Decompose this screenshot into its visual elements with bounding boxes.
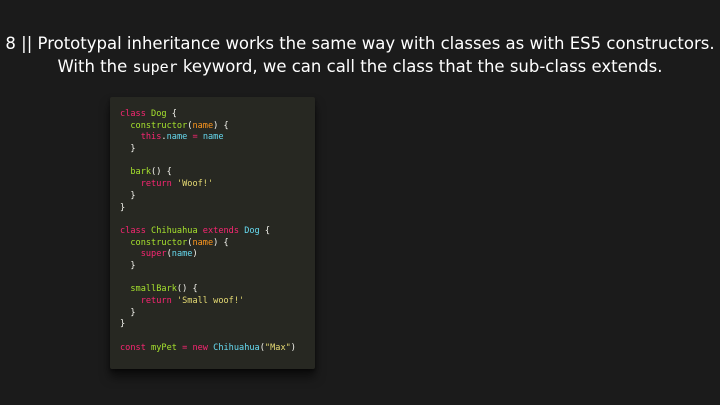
code-token: smallBark xyxy=(120,284,177,295)
code-token: ) xyxy=(192,249,198,260)
code-line: constructor(name) { xyxy=(120,238,315,250)
code-token: name xyxy=(202,132,224,143)
heading-line-2-pre: With the xyxy=(57,57,133,76)
code-line: const myPet = new Chihuahua("Max") xyxy=(120,343,315,355)
code-block: class Dog { constructor(name) { this.nam… xyxy=(110,97,315,369)
code-line: } xyxy=(120,191,315,203)
code-line: smallBark() { xyxy=(120,284,315,296)
code-token: 'Woof!' xyxy=(176,179,214,190)
code-token: } xyxy=(120,144,136,155)
code-token: () { xyxy=(176,284,198,295)
code-token: Chihuahua xyxy=(151,225,203,236)
code-token: ) xyxy=(290,342,296,353)
code-token: const xyxy=(120,342,152,353)
code-line: } xyxy=(120,308,315,320)
code-token: } xyxy=(120,202,126,213)
code-line: return 'Small woof!' xyxy=(120,296,315,308)
code-token: name xyxy=(166,132,188,143)
code-token: this xyxy=(120,132,162,143)
code-line: class Chihuahua extends Dog { xyxy=(120,226,315,238)
code-token: bark xyxy=(120,167,152,178)
code-token: myPet xyxy=(151,342,177,353)
code-line: super(name) xyxy=(120,249,315,261)
heading-line-2-post: keyword, we can call the class that the … xyxy=(177,57,663,76)
code-token: { xyxy=(259,225,271,236)
code-token: return xyxy=(120,296,177,306)
code-token: Dog xyxy=(151,109,167,119)
code-line: this.name = name xyxy=(120,132,315,144)
code-token: return xyxy=(120,179,177,190)
code-token: class xyxy=(120,109,152,119)
code-line: constructor(name) { xyxy=(120,121,315,133)
code-token: constructor xyxy=(120,120,188,131)
code-content: class Dog { constructor(name) { this.nam… xyxy=(120,109,315,354)
code-line: return 'Woof!' xyxy=(120,179,315,191)
code-line: } xyxy=(120,144,315,156)
code-token: } xyxy=(120,319,126,330)
code-token: "Max" xyxy=(264,342,291,353)
code-token: = xyxy=(176,342,193,353)
slide-heading: 8 || Prototypal inheritance works the sa… xyxy=(0,32,720,79)
code-token: Chihuahua xyxy=(213,342,260,353)
code-token: = xyxy=(187,132,203,143)
code-token: name xyxy=(192,120,214,131)
code-token: } xyxy=(120,260,136,271)
heading-line-2: With the super keyword, we can call the … xyxy=(0,55,720,79)
code-token: 'Small woof!' xyxy=(176,296,245,306)
code-token: new xyxy=(192,342,214,353)
code-token: } xyxy=(120,190,136,201)
code-token: constructor xyxy=(120,237,188,248)
code-token: Dog xyxy=(244,225,260,236)
code-line: } xyxy=(120,319,315,331)
code-token: extends xyxy=(202,225,245,236)
code-token: } xyxy=(120,307,136,318)
code-token: class xyxy=(120,225,152,236)
code-token: ) { xyxy=(213,120,229,131)
code-line: class Dog { xyxy=(120,109,315,121)
code-token: () { xyxy=(151,167,172,178)
code-token: name xyxy=(171,249,193,260)
code-token: super xyxy=(120,249,167,260)
code-token: name xyxy=(192,237,214,248)
super-keyword: super xyxy=(132,58,178,76)
code-line: bark() { xyxy=(120,167,315,179)
heading-line-1: 8 || Prototypal inheritance works the sa… xyxy=(5,34,715,53)
code-token: { xyxy=(166,109,177,119)
code-token: ) { xyxy=(213,237,229,248)
code-line: } xyxy=(120,261,315,273)
code-line: } xyxy=(120,203,315,215)
